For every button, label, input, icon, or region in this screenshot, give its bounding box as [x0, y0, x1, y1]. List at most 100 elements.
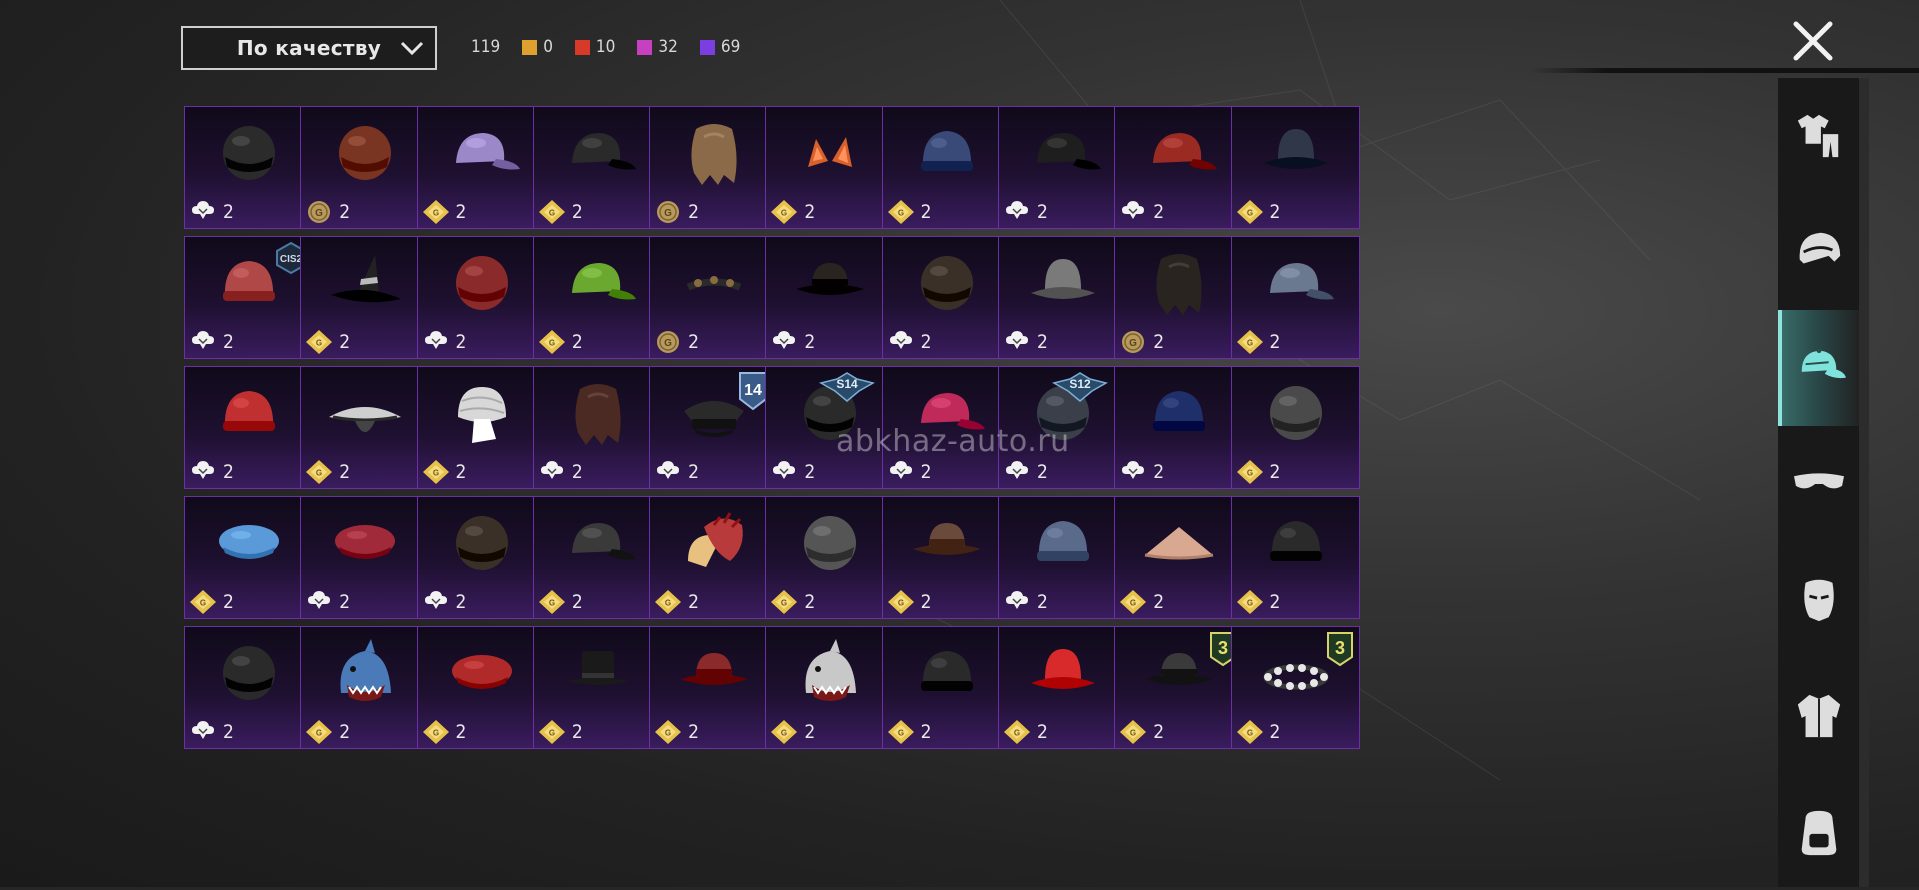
tab-helmet[interactable]	[1778, 194, 1859, 310]
item-count: 2	[920, 331, 932, 353]
inventory-item-dark-grey-cap[interactable]: G2	[532, 496, 662, 619]
tab-mask[interactable]	[1778, 542, 1859, 658]
coin-currency-icon: G	[1122, 331, 1145, 353]
item-image	[804, 516, 857, 570]
epic-count: 32	[637, 37, 678, 57]
inventory-item-cat-ears[interactable]: G2	[765, 106, 895, 229]
premium-currency-icon: G	[771, 200, 798, 224]
item-image	[1145, 653, 1214, 685]
inventory-item-red-fedora[interactable]: G2	[649, 626, 779, 749]
premium-currency-icon: G	[306, 330, 333, 354]
inventory-item-red-beret-2[interactable]: G2	[416, 626, 546, 749]
inventory-item-green-cap[interactable]: G2	[532, 236, 662, 359]
inventory-item-striped-bandana[interactable]: 2 CIS2	[184, 236, 313, 359]
premium-currency-icon: G	[771, 720, 798, 744]
inventory-item-red-white-helmet[interactable]: 2	[184, 366, 313, 489]
premium-currency-icon: G	[306, 460, 333, 484]
svg-text:G: G	[781, 209, 787, 218]
item-count: 2	[804, 201, 816, 223]
inventory-item-witch-hat[interactable]: G2	[300, 236, 430, 359]
svg-text:G: G	[549, 599, 555, 608]
inventory-item-steampunk-hat[interactable]: 2	[765, 236, 895, 359]
coin-currency-icon: G	[657, 201, 680, 223]
inventory-item-navy-beanie[interactable]: 2	[1114, 366, 1244, 489]
inventory-item-camo-helmet-goggles[interactable]: G2	[1230, 366, 1360, 489]
inventory-item-blue-beanie[interactable]: G2	[881, 106, 1011, 229]
svg-text:G: G	[665, 599, 671, 608]
inventory-item-white-turban[interactable]: G2	[416, 366, 546, 489]
svg-text:G: G	[1246, 209, 1252, 218]
bp-currency-icon	[1005, 331, 1028, 349]
inventory-item-blue-pom-hat[interactable]: G2	[184, 496, 313, 619]
inventory-item-black-wrestler-mask[interactable]: 2	[184, 626, 313, 749]
tab-backpack[interactable]	[1778, 774, 1859, 890]
item-image	[1030, 259, 1095, 299]
close-icon[interactable]	[1790, 18, 1836, 64]
inventory-item-conical-hat[interactable]: G2	[1114, 496, 1244, 619]
inventory-item-fried-chicken-hat[interactable]: G2	[649, 496, 779, 619]
premium-currency-icon: G	[190, 590, 216, 614]
inventory-item-blonde-hair[interactable]: G2	[649, 106, 779, 229]
watermark: abkhaz-auto.ru	[836, 424, 1070, 459]
inventory-item-red-gold-cap[interactable]: 2	[1114, 106, 1244, 229]
rarity-counts: 119 0 10 32 69	[471, 35, 762, 59]
svg-text:G: G	[549, 339, 555, 348]
tab-jacket[interactable]	[1778, 658, 1859, 774]
tab-cap[interactable]	[1778, 310, 1859, 426]
svg-text:G: G	[664, 208, 672, 219]
item-count: 2	[571, 331, 583, 353]
inventory-item-flower-crown[interactable]: G 2 3	[1230, 626, 1360, 749]
item-count: 2	[1153, 331, 1165, 353]
inventory-item-black-motorcycle-helmet[interactable]: 2	[184, 106, 313, 229]
inventory-item-bucket-hat-red-hair[interactable]: G2	[1230, 106, 1360, 229]
inventory-item-demon-mask-hair[interactable]: 2	[532, 366, 662, 489]
tab-glasses[interactable]	[1778, 426, 1859, 542]
inventory-item-aviator-hat-goggles[interactable]: G2	[300, 106, 430, 229]
inventory-item-pom-pom-beanie[interactable]: 2	[997, 496, 1127, 619]
item-count: 2	[339, 201, 351, 223]
inventory-item-black-red-beanie[interactable]: G2	[1230, 496, 1360, 619]
season-badge: S14	[819, 372, 876, 402]
item-image	[223, 126, 275, 180]
item-image	[339, 126, 392, 180]
glasses-icon	[1793, 473, 1844, 489]
inventory-item-leather-pilot-cap[interactable]: 2	[416, 496, 546, 619]
inventory-item-black-cap[interactable]: G2	[532, 106, 662, 229]
item-count: 2	[804, 331, 816, 353]
bp-currency-icon	[424, 591, 447, 609]
svg-text:G: G	[316, 469, 322, 478]
inventory-item-red-racing-helmet[interactable]: 2	[416, 236, 546, 359]
inventory-item-red-bucket-hat[interactable]: G2	[997, 626, 1127, 749]
inventory-item-blue-grey-cap[interactable]: G2	[1230, 236, 1360, 359]
inventory-item-grey-fedora[interactable]: G 2 3	[1114, 626, 1244, 749]
inventory-item-samurai-helmet[interactable]: 2	[881, 236, 1011, 359]
sort-dropdown[interactable]: По качеству	[181, 26, 437, 70]
premium-currency-icon: G	[1236, 720, 1263, 744]
inventory-item-straw-rice-hat[interactable]: G2	[300, 366, 430, 489]
inventory-item-red-beret[interactable]: 2	[300, 496, 430, 619]
inventory-item-white-shark-head[interactable]: G2	[765, 626, 895, 749]
inventory-item-pith-helmet[interactable]: G2	[765, 496, 895, 619]
legendary-count: 0	[522, 37, 553, 57]
item-image	[331, 255, 402, 303]
inventory-item-police-cap[interactable]: 2 14	[649, 366, 779, 489]
inventory-item-colorful-cap[interactable]: G2	[416, 106, 546, 229]
svg-text:G: G	[432, 729, 438, 738]
item-image	[1144, 527, 1214, 560]
inventory-item-black-mesh-cap[interactable]: 2	[997, 106, 1127, 229]
inventory-item-black-top-hat[interactable]: G2	[532, 626, 662, 749]
inventory-item-spiked-headband[interactable]: G2	[649, 236, 779, 359]
inventory-item-shark-hood[interactable]: G2	[300, 626, 430, 749]
chevron-down-icon	[400, 41, 424, 56]
inventory-item-cowboy-hat[interactable]: G2	[881, 496, 1011, 619]
coin-currency-icon: G	[308, 201, 331, 223]
premium-currency-icon: G	[422, 200, 449, 224]
item-image	[920, 131, 973, 171]
inventory-item-grey-fisherman-hat[interactable]: 2	[997, 236, 1127, 359]
premium-currency-icon: G	[771, 590, 798, 614]
inventory-item-dark-hair[interactable]: G2	[1114, 236, 1244, 359]
tab-outfit[interactable]	[1778, 78, 1859, 194]
inventory-item-black-headset-beanie[interactable]: G2	[881, 626, 1011, 749]
svg-text:G: G	[1246, 599, 1252, 608]
helmet-icon	[1799, 232, 1840, 264]
